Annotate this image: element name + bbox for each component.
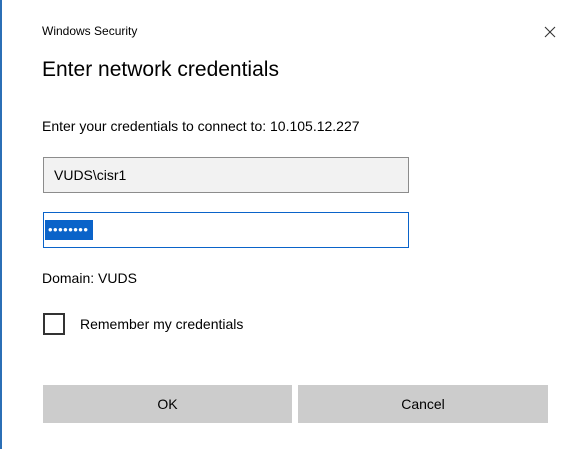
password-value: •••••••• [45,220,94,240]
username-field[interactable]: VUDS\cisr1 [43,157,409,193]
close-button[interactable] [536,19,564,45]
cancel-button[interactable]: Cancel [298,385,548,423]
dialog-description: Enter your credentials to connect to: 10… [42,118,360,134]
dialog-heading: Enter network credentials [42,58,279,81]
credentials-dialog: Windows Security Enter network credentia… [0,0,571,449]
remember-label: Remember my credentials [80,316,244,332]
remember-checkbox[interactable] [43,313,65,335]
ok-button[interactable]: OK [43,385,292,423]
window-border [0,0,2,449]
remember-credentials-option[interactable]: Remember my credentials [43,312,243,336]
domain-label: Domain: VUDS [42,270,137,286]
username-value: VUDS\cisr1 [54,167,127,183]
close-icon [544,26,556,38]
password-field[interactable]: •••••••• [43,212,409,248]
window-title: Windows Security [42,24,138,38]
